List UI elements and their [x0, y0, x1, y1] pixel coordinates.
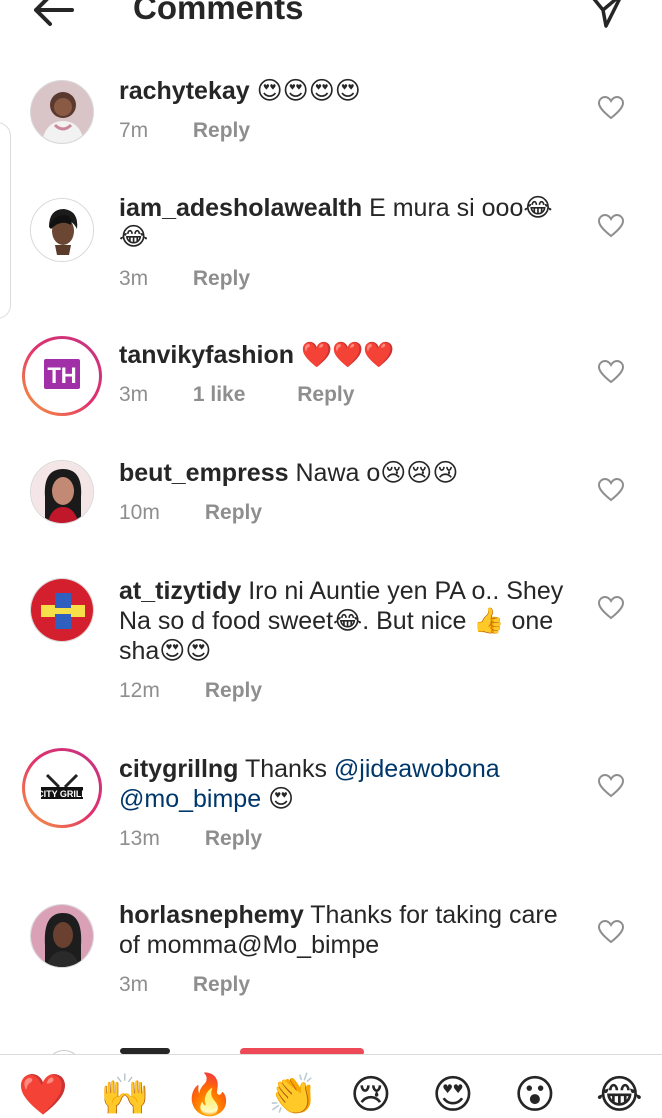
reply-button[interactable]: Reply	[193, 266, 250, 292]
comment-body: Thanks	[244, 755, 334, 783]
emoji-quick-bar: ❤️ 🙌 🔥 👏 😢 😍 😮 😂	[0, 1054, 662, 1117]
heart-icon[interactable]	[598, 96, 624, 120]
avatar[interactable]	[30, 80, 94, 144]
page-title: Comments	[133, 0, 304, 26]
heart-icon[interactable]	[598, 360, 624, 384]
comment-username[interactable]: at_tizytidy	[119, 577, 241, 605]
emoji-button[interactable]: 😍	[432, 1073, 474, 1117]
reply-button[interactable]: Reply	[205, 826, 262, 852]
comment-body: ❤️❤️❤️	[301, 341, 395, 369]
heart-icon[interactable]	[598, 920, 624, 944]
comment-username[interactable]: tanvikyfashion	[119, 341, 294, 369]
comment-body: 😍😍😍😍	[256, 77, 361, 105]
comment-time: 3m	[119, 973, 149, 996]
emoji-button[interactable]: 🔥	[184, 1073, 234, 1117]
reply-button[interactable]: Reply	[193, 972, 250, 998]
avatar[interactable]	[30, 198, 94, 262]
heart-icon[interactable]	[598, 774, 624, 798]
reply-button[interactable]: Reply	[193, 118, 250, 144]
svg-text:TH: TH	[47, 363, 76, 388]
avatar[interactable]: CITY GRILL	[22, 748, 102, 828]
emoji-button[interactable]: 👏	[268, 1073, 318, 1117]
emoji-button[interactable]: 😢	[350, 1073, 392, 1117]
comment-body: 😍	[261, 785, 295, 813]
comment-body: Nawa o😢😢😢	[295, 459, 459, 487]
emoji-button[interactable]: 🙌	[100, 1073, 150, 1117]
comment-time: 12m	[119, 679, 160, 702]
comment-text: rachytekay 😍😍😍😍	[119, 76, 579, 106]
comment-username[interactable]: rachytekay	[119, 77, 250, 105]
comment-meta: 7m Reply	[119, 118, 250, 144]
paper-plane-icon[interactable]	[586, 0, 626, 28]
header: Comments	[0, 0, 662, 42]
like-count[interactable]: 1 like	[193, 382, 246, 408]
reply-button[interactable]: Reply	[297, 382, 354, 408]
emoji-button[interactable]: 😂	[596, 1073, 643, 1117]
heart-icon[interactable]	[598, 478, 624, 502]
comment-item-partial	[0, 1040, 662, 1054]
comment-time: 3m	[119, 267, 149, 290]
comment-text: citygrillng Thanks @jideawobona @mo_bimp…	[119, 754, 579, 814]
comment-meta: 13m Reply	[119, 826, 262, 852]
arrow-left-icon[interactable]	[30, 0, 76, 30]
comment-text: beut_empress Nawa o😢😢😢	[119, 458, 579, 488]
comment-meta: 3m Reply	[119, 972, 250, 998]
comment-meta: 3m 1 like Reply	[119, 382, 354, 408]
avatar[interactable]	[30, 904, 94, 968]
comment-username[interactable]: citygrillng	[119, 755, 238, 783]
reply-button[interactable]: Reply	[205, 500, 262, 526]
edge-panel-handle[interactable]	[0, 122, 11, 319]
comment-meta: 3m Reply	[119, 266, 250, 292]
comment-time: 13m	[119, 827, 160, 850]
comment-meta: 10m Reply	[119, 500, 262, 526]
comment-text: at_tizytidy Iro ni Auntie yen PA o.. She…	[119, 576, 581, 666]
emoji-button[interactable]: ❤️	[18, 1073, 68, 1117]
comment-username[interactable]: horlasnephemy	[119, 901, 304, 929]
comment-meta: 12m Reply	[119, 678, 262, 704]
comment-username[interactable]: iam_adesholawealth	[119, 194, 362, 222]
svg-text:CITY GRILL: CITY GRILL	[37, 789, 87, 799]
mention-link[interactable]: @mo_bimpe	[119, 785, 261, 813]
avatar[interactable]: TH	[22, 336, 102, 416]
avatar[interactable]	[30, 578, 94, 642]
comment-time: 10m	[119, 501, 160, 524]
reply-button[interactable]: Reply	[205, 678, 262, 704]
heart-icon[interactable]	[598, 214, 624, 238]
comment-text: tanvikyfashion ❤️❤️❤️	[119, 340, 579, 370]
comment-username[interactable]: beut_empress	[119, 459, 289, 487]
avatar[interactable]	[30, 460, 94, 524]
emoji-button[interactable]: 😮	[514, 1073, 556, 1117]
comment-time: 7m	[119, 119, 149, 142]
comment-text: iam_adesholawealth E mura si ooo😂😂	[119, 194, 579, 252]
mention-link[interactable]: @jideawobona	[334, 755, 500, 783]
comment-time: 3m	[119, 383, 149, 406]
heart-icon[interactable]	[598, 596, 624, 620]
comment-text: horlasnephemy Thanks for taking care of …	[119, 900, 579, 960]
